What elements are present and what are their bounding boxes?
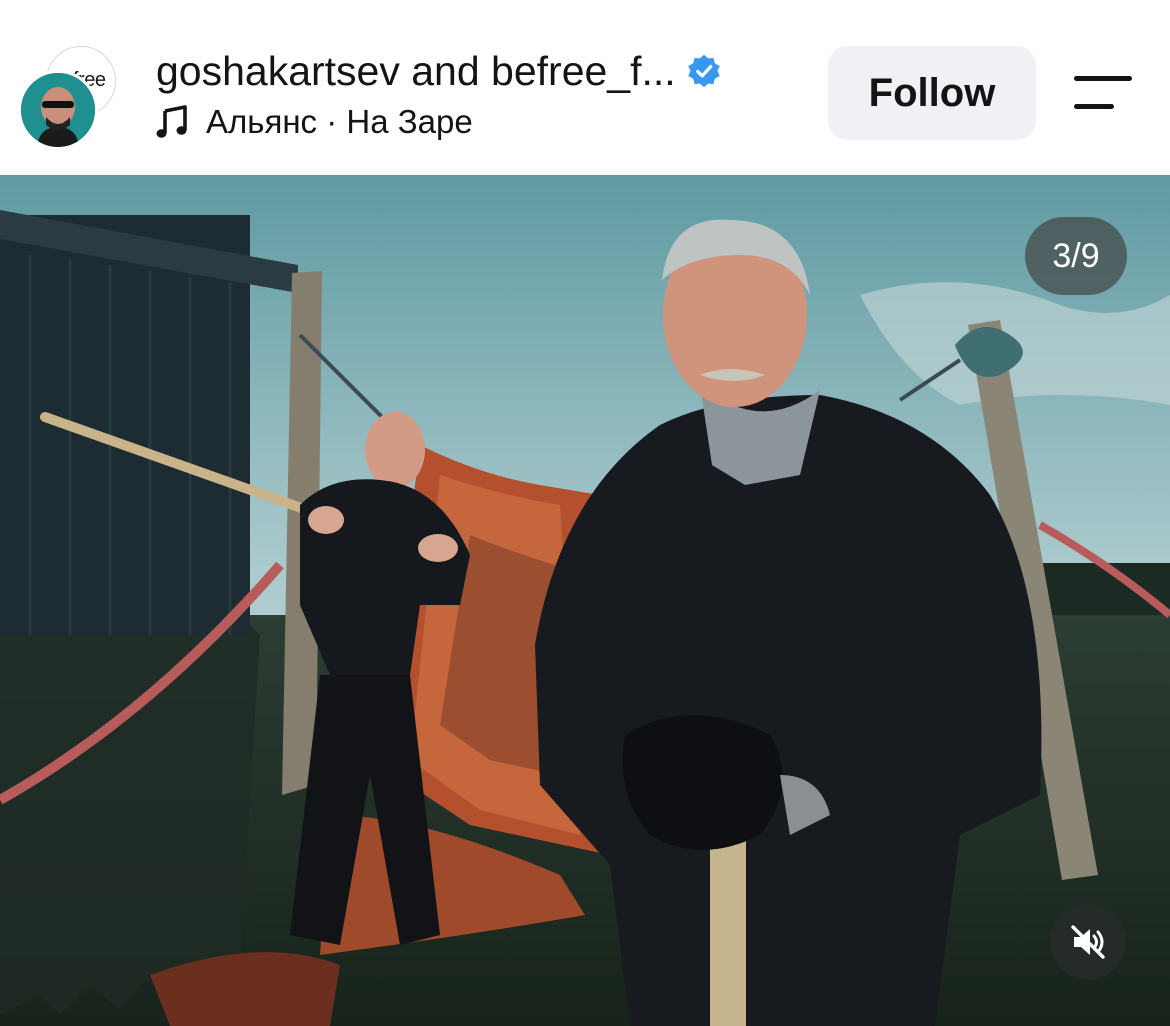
audio-track-label: Альянс · На Заре <box>206 103 473 140</box>
avatar-goshakartsev[interactable] <box>18 70 98 150</box>
post-title-line: goshakartsev and befree_f... <box>156 46 722 96</box>
post-header: free goshakartsev and befree_f... Альянс… <box>0 0 1170 175</box>
follow-button[interactable]: Follow <box>828 46 1036 140</box>
mute-toggle-button[interactable] <box>1050 904 1126 980</box>
music-note-icon <box>156 105 187 138</box>
muted-speaker-icon <box>1071 925 1105 959</box>
photo-image <box>0 175 1170 1026</box>
collab-usernames[interactable]: goshakartsev and befree_f... <box>156 48 676 95</box>
avatar-portrait-image <box>21 73 95 147</box>
audio-attribution[interactable]: Альянс · На Заре <box>156 100 473 144</box>
menu-icon[interactable] <box>1072 74 1134 114</box>
post-photo[interactable] <box>0 175 1170 1026</box>
carousel-counter: 3/9 <box>1025 217 1127 295</box>
verified-badge-icon <box>687 54 720 88</box>
